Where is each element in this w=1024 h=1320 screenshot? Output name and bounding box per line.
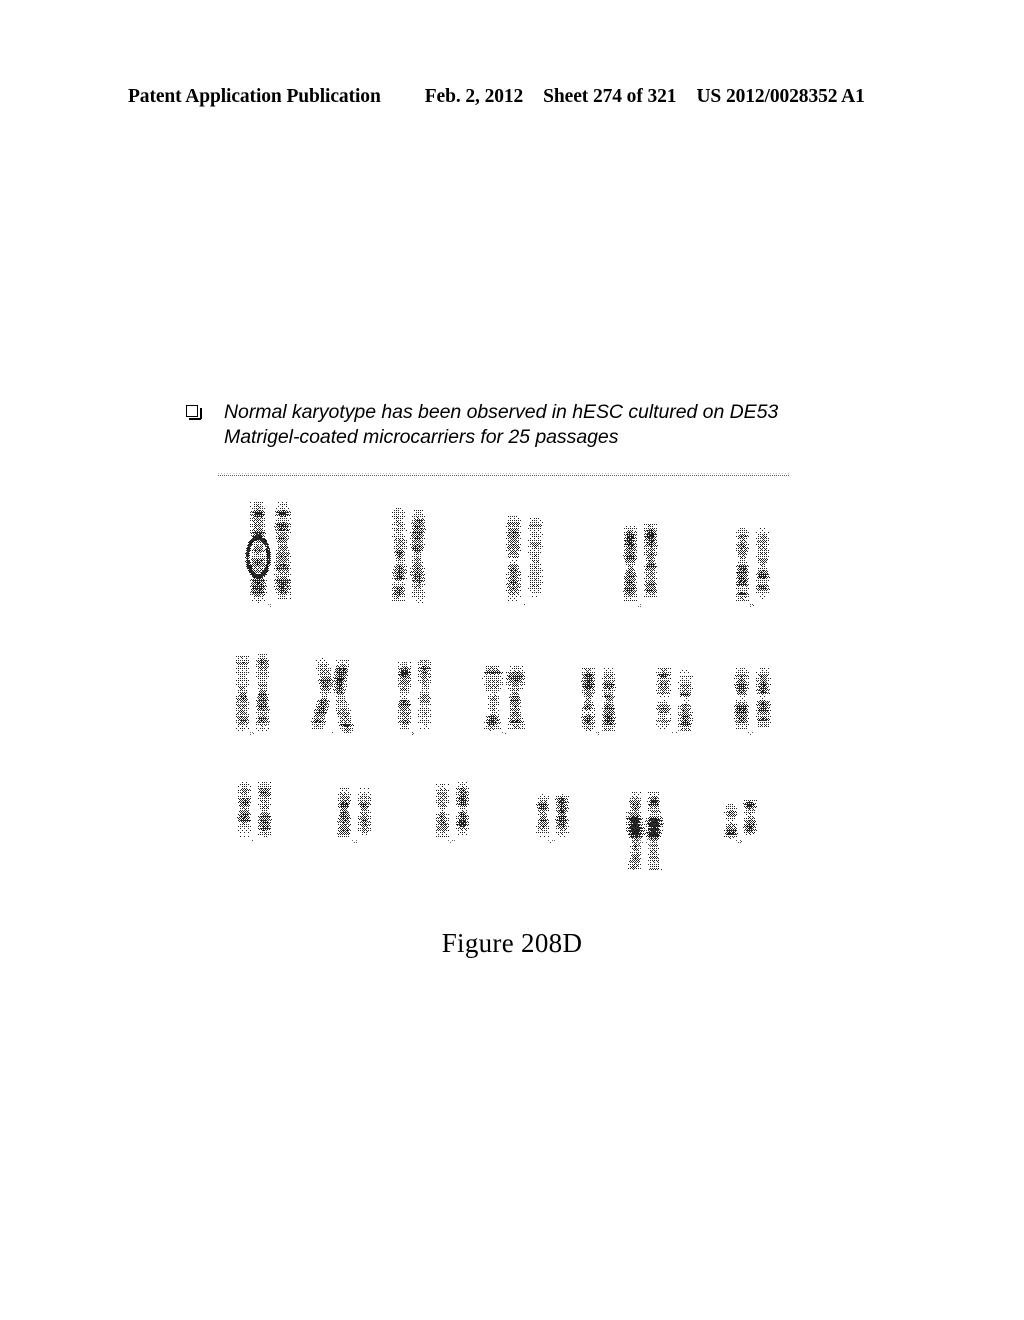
horizontal-separator-rule <box>218 473 790 476</box>
karyotype-canvas <box>212 484 800 870</box>
page-header: Patent Application Publication Feb. 2, 2… <box>128 86 898 112</box>
bullet-text: Normal karyotype has been observed in hE… <box>224 400 778 450</box>
bullet-text-line-2: Matrigel-coated microcarriers for 25 pas… <box>224 426 619 448</box>
header-publication-number: US 2012/0028352 A1 <box>696 86 865 107</box>
bullet-list-item: Normal karyotype has been observed in hE… <box>186 400 886 450</box>
bullet-text-line-1: Normal karyotype has been observed in hE… <box>224 401 779 423</box>
hollow-square-bullet-icon <box>186 405 203 420</box>
header-publication-title: Patent Application Publication <box>128 86 381 107</box>
figure-caption: Figure 208D <box>441 928 583 958</box>
bullet-block: Normal karyotype has been observed in hE… <box>186 400 886 450</box>
header-sheet-number: Sheet 274 of 321 <box>543 86 677 107</box>
karyotype-figure-image <box>212 484 800 870</box>
header-date: Feb. 2, 2012 <box>424 86 524 107</box>
